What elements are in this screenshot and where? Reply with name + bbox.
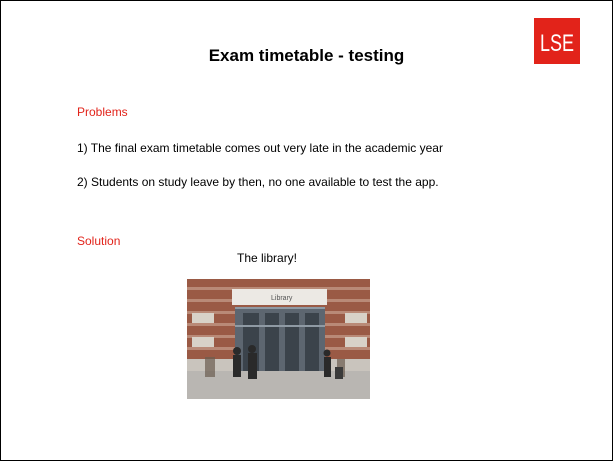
svg-text:LSE: LSE <box>540 30 574 57</box>
slide-title: Exam timetable - testing <box>208 46 405 65</box>
lse-logo: LSE <box>534 18 580 64</box>
library-photo: Library <box>187 279 370 399</box>
slide: Exam timetable - testing LSE Problems 1)… <box>0 0 613 461</box>
problems-heading: Problems <box>77 105 128 119</box>
solution-text: The library! <box>237 251 298 265</box>
solution-heading: Solution <box>77 234 121 248</box>
problem-item-2: 2) Students on study leave by then, no o… <box>77 175 439 189</box>
library-sign-text: Library <box>271 295 293 302</box>
problem-item-1: 1) The final exam timetable comes out ve… <box>77 141 443 155</box>
